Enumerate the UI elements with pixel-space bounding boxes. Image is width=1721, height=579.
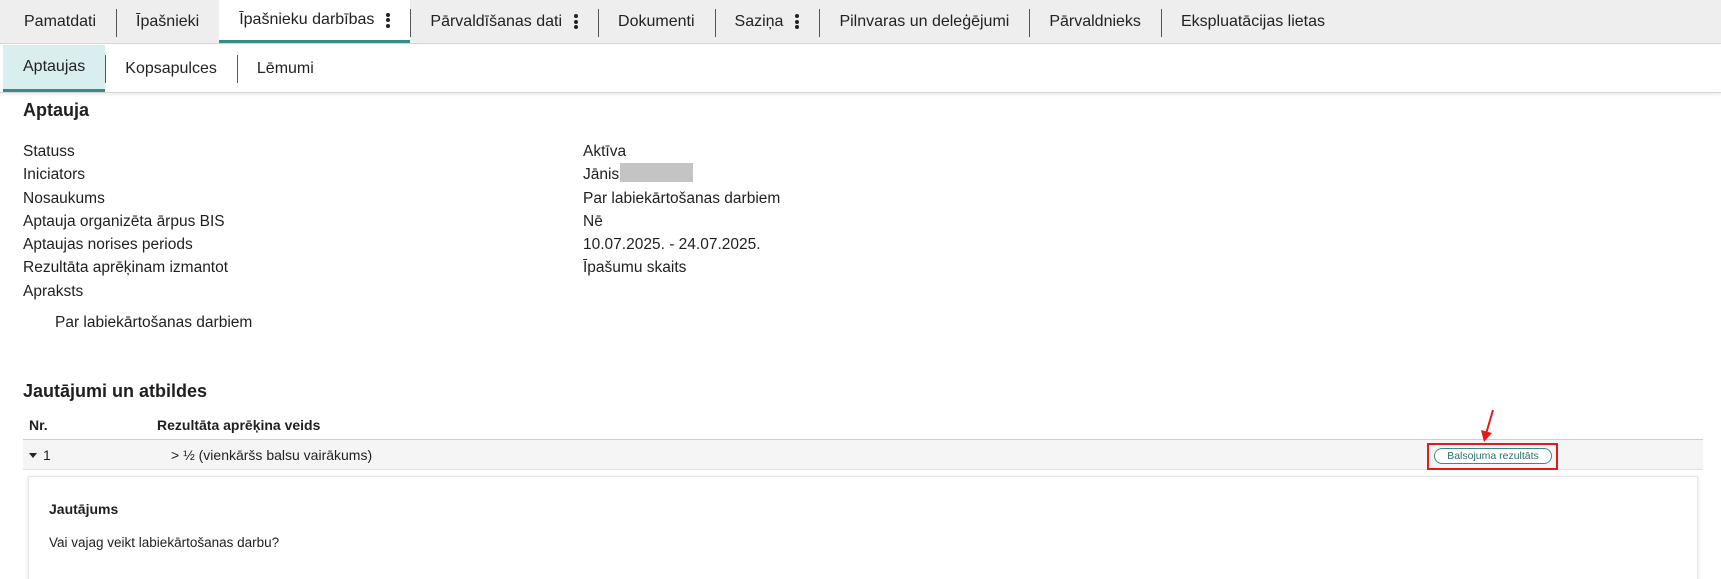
tab-label: Pārvaldīšanas dati bbox=[430, 12, 563, 30]
detail-label: Statuss bbox=[23, 143, 75, 160]
detail-row-period: Aptaujas norises periods 10.07.2025. - 2… bbox=[23, 233, 1023, 256]
table-row[interactable]: 1 > ½ (vienkāršs balsu vairākums) Balsoj… bbox=[23, 409, 1703, 470]
detail-value: Aktīva bbox=[583, 143, 627, 160]
subtab-label: Kopsapulces bbox=[125, 59, 217, 77]
row-nr: 1 bbox=[43, 447, 51, 463]
red-arrow-icon bbox=[1481, 409, 1494, 442]
tab-label: Pārvaldnieks bbox=[1049, 12, 1141, 30]
detail-label: Rezultāta aprēķinam izmantot bbox=[23, 259, 229, 277]
tab-ekspluatacijas-lietas[interactable]: Ekspluatācijas lietas bbox=[1160, 0, 1345, 43]
detail-row-status: Statuss Aktīva bbox=[23, 140, 1023, 163]
tab-ipasnieki[interactable]: Īpašnieki bbox=[116, 0, 219, 43]
subtab-label: Lēmumi bbox=[256, 59, 314, 77]
detail-label: Aptauja organizēta ārpus BIS bbox=[23, 212, 225, 230]
questions-title: Jautājumi un atbildes bbox=[23, 381, 208, 401]
subtab-aptaujas[interactable]: Aptaujas bbox=[3, 45, 106, 92]
detail-label: Iniciators bbox=[23, 166, 86, 184]
detail-value: Īpašumu skaits bbox=[583, 259, 687, 277]
questions-table: Nr. Rezultāta aprēķina veids 1 > ½ (vien… bbox=[23, 409, 1703, 470]
question-card-title: Jautājums bbox=[49, 501, 119, 517]
vote-results-button[interactable]: Balsojuma rezultāts bbox=[1434, 448, 1552, 464]
detail-row-initiator: Iniciators Jānis bbox=[23, 163, 1023, 186]
tab-label: Pamatdati bbox=[24, 12, 97, 30]
tab-dokumenti[interactable]: Dokumenti bbox=[598, 0, 714, 43]
tab-ipasnieku-darbibas[interactable]: Īpašnieku darbības bbox=[219, 0, 411, 43]
tab-label: Pilnvaras un deleģējumi bbox=[839, 12, 1010, 30]
more-vertical-icon[interactable] bbox=[574, 14, 579, 29]
detail-value-initiator: Jānis bbox=[583, 163, 694, 186]
detail-value: 10.07.2025. - 24.07.2025. bbox=[583, 236, 761, 254]
detail-label: Aptaujas norises periods bbox=[23, 236, 193, 254]
detail-label: Nosaukums bbox=[23, 189, 105, 207]
question-card: Jautājums Vai vajag veikt labiekārtošana… bbox=[28, 476, 1698, 579]
detail-row-name: Nosaukums Par labiekārtošanas darbiem bbox=[23, 187, 1023, 210]
row-nr-cell: 1 bbox=[29, 440, 51, 470]
tab-label: Īpašnieku darbības bbox=[239, 11, 375, 28]
detail-row-outside-bis: Aptauja organizēta ārpus BIS Nē bbox=[23, 210, 1023, 233]
detail-row-calc-basis: Rezultāta aprēķinam izmantot Īpašumu ska… bbox=[23, 256, 1023, 279]
survey-details: Statuss Aktīva Iniciators Jānis Nosaukum… bbox=[23, 140, 1023, 303]
tab-label: Ekspluatācijas lietas bbox=[1180, 12, 1326, 30]
subtab-label: Aptaujas bbox=[23, 58, 86, 75]
table-header: Nr. Rezultāta aprēķina veids bbox=[23, 412, 1703, 440]
tab-label: Saziņa bbox=[734, 12, 784, 30]
subtab-lemumi[interactable]: Lēmumi bbox=[236, 45, 334, 92]
tab-parvaldnieks[interactable]: Pārvaldnieks bbox=[1029, 0, 1161, 43]
tab-parvaldisanas-dati[interactable]: Pārvaldīšanas dati bbox=[410, 0, 598, 43]
more-vertical-icon[interactable] bbox=[386, 12, 391, 28]
redacted-surname bbox=[620, 163, 694, 183]
initiator-name: Jānis bbox=[583, 166, 620, 184]
top-tab-bar: Pamatdati Īpašnieki Īpašnieku darbības P… bbox=[0, 0, 1721, 44]
tab-label: Īpašnieki bbox=[136, 12, 200, 30]
tab-pamatdati[interactable]: Pamatdati bbox=[4, 0, 116, 43]
main-content: Aptauja Statuss Aktīva Iniciators Jānis … bbox=[23, 100, 1703, 579]
caret-down-icon[interactable] bbox=[29, 453, 37, 458]
tab-pilnvaras[interactable]: Pilnvaras un deleģējumi bbox=[819, 0, 1029, 43]
row-calc-type: > ½ (vienkāršs balsu vairākums) bbox=[171, 447, 373, 463]
question-card-text: Vai vajag veikt labiekārtošanas darbu? bbox=[49, 535, 280, 550]
detail-label: Apraksts bbox=[23, 282, 84, 300]
subtab-kopsapulces[interactable]: Kopsapulces bbox=[105, 45, 237, 92]
survey-title: Aptauja bbox=[23, 100, 90, 120]
detail-value: Nē bbox=[583, 212, 603, 230]
column-header-calc-type: Rezultāta aprēķina veids bbox=[157, 417, 321, 433]
sub-tab-bar: Aptaujas Kopsapulces Lēmumi bbox=[0, 45, 1721, 93]
survey-description: Par labiekārtošanas darbiem bbox=[55, 314, 253, 331]
detail-row-description: Apraksts bbox=[23, 280, 1023, 303]
tab-sazina[interactable]: Saziņa bbox=[714, 0, 820, 43]
more-vertical-icon[interactable] bbox=[795, 14, 800, 29]
detail-value: Par labiekārtošanas darbiem bbox=[583, 189, 781, 207]
column-header-nr: Nr. bbox=[29, 417, 48, 433]
tab-label: Dokumenti bbox=[618, 12, 695, 30]
